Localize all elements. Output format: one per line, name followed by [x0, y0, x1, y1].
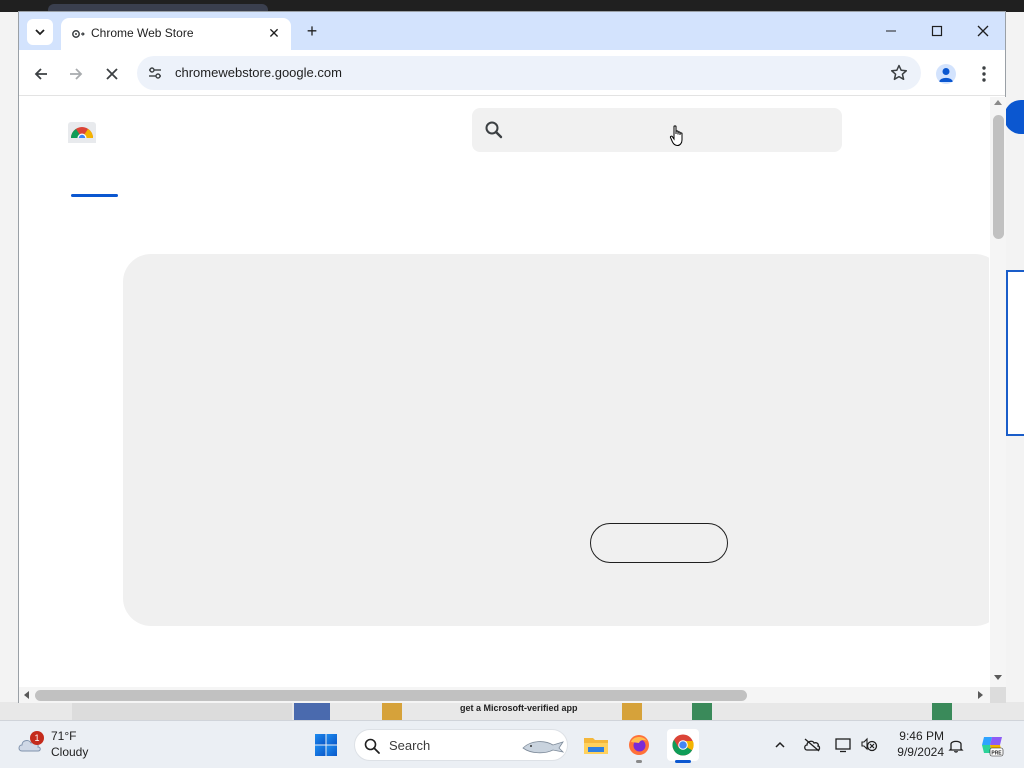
- arrow-left-icon: [34, 68, 47, 80]
- background-strip-text: get a Microsoft-verified app: [460, 703, 578, 713]
- network-disconnected-icon: [861, 737, 878, 752]
- taskbar-search-box[interactable]: Search: [354, 729, 568, 761]
- active-nav-indicator: [71, 194, 118, 197]
- chevron-up-icon: [775, 741, 785, 748]
- address-bar[interactable]: chromewebstore.google.com: [137, 56, 921, 90]
- page-viewport: [19, 97, 989, 687]
- clock-time: 9:46 PM: [899, 729, 944, 743]
- scroll-up-arrow-icon[interactable]: [994, 100, 1002, 105]
- minimize-button[interactable]: [880, 20, 902, 42]
- maximize-button[interactable]: [926, 20, 948, 42]
- horizontal-scrollbar[interactable]: [19, 687, 990, 703]
- weather-condition: Cloudy: [51, 745, 89, 759]
- background-window-panel: [1006, 270, 1024, 436]
- weather-temperature: 71°F: [51, 729, 77, 743]
- arrow-right-icon: [70, 68, 83, 80]
- file-explorer-icon: [584, 738, 608, 754]
- stop-loading-button[interactable]: [100, 62, 124, 86]
- bell-icon: [948, 740, 964, 753]
- back-button[interactable]: [29, 62, 53, 86]
- svg-text:PRE: PRE: [991, 750, 1002, 756]
- bookmark-star-icon[interactable]: [889, 63, 909, 83]
- new-tab-button[interactable]: +: [301, 20, 323, 42]
- weather-widget[interactable]: 1 71°F Cloudy: [14, 727, 134, 763]
- browser-toolbar: chromewebstore.google.com: [19, 50, 1005, 96]
- system-clock[interactable]: 9:46 PM 9/9/2024: [884, 728, 944, 760]
- chevron-down-icon: [35, 29, 45, 36]
- windows-taskbar: 1 71°F Cloudy Search 9:46 PM 9/9/2024 PR…: [0, 720, 1024, 768]
- hero-banner: [123, 254, 989, 626]
- display-status[interactable]: [834, 735, 854, 755]
- maximize-icon: [931, 25, 943, 37]
- site-settings-icon[interactable]: [147, 65, 163, 81]
- taskbar-chrome[interactable]: [667, 729, 699, 763]
- scroll-right-arrow-icon[interactable]: [978, 691, 983, 699]
- scroll-down-arrow-icon[interactable]: [994, 675, 1002, 680]
- onedrive-status[interactable]: [802, 735, 822, 755]
- firefox-icon: [629, 735, 649, 755]
- clock-date: 9/9/2024: [897, 745, 944, 759]
- forward-button[interactable]: [64, 62, 88, 86]
- close-icon: [106, 68, 118, 80]
- weather-alert-badge: 1: [30, 731, 44, 745]
- cloud-offline-icon: [804, 738, 821, 752]
- search-highlight-art-icon: [522, 741, 565, 754]
- taskbar-firefox[interactable]: [623, 729, 655, 763]
- horizontal-scroll-thumb[interactable]: [35, 690, 747, 701]
- person-icon: [939, 68, 953, 82]
- notifications-button[interactable]: [946, 735, 966, 755]
- scrollbar-corner: [990, 687, 1006, 703]
- vertical-scrollbar[interactable]: [990, 97, 1006, 687]
- taskbar-file-explorer[interactable]: [580, 729, 612, 761]
- title-bar: Chrome Web Store ✕ +: [19, 12, 1005, 50]
- store-search-box[interactable]: [472, 108, 842, 152]
- tab-search-button[interactable]: [27, 19, 53, 45]
- hand-cursor-icon: [669, 125, 683, 147]
- vertical-scroll-thumb[interactable]: [993, 115, 1004, 239]
- search-icon: [364, 738, 380, 754]
- search-icon: [485, 121, 503, 139]
- close-icon: [977, 25, 989, 37]
- copilot-icon[interactable]: PRE: [980, 733, 1004, 757]
- minimize-icon: [886, 30, 896, 32]
- chrome-icon: [672, 734, 694, 756]
- profile-avatar[interactable]: [936, 64, 956, 84]
- hero-cta-button[interactable]: [590, 523, 728, 563]
- tab-close-icon[interactable]: ✕: [266, 25, 282, 41]
- monitor-icon: [835, 738, 851, 753]
- loading-favicon-icon: [72, 30, 85, 38]
- taskbar-search-label: Search: [389, 738, 431, 753]
- scroll-left-arrow-icon[interactable]: [24, 691, 29, 699]
- network-volume-status[interactable]: [860, 735, 880, 755]
- tab-title: Chrome Web Store: [91, 26, 194, 40]
- background-window-button[interactable]: [1004, 100, 1024, 134]
- url-text[interactable]: chromewebstore.google.com: [175, 65, 342, 80]
- more-menu-icon[interactable]: [976, 62, 992, 86]
- chrome-web-store-logo[interactable]: [67, 118, 97, 144]
- chrome-window: Chrome Web Store ✕ + chromewebstore.goog…: [18, 11, 1006, 703]
- tab-chrome-web-store[interactable]: Chrome Web Store ✕: [61, 18, 291, 50]
- show-hidden-icons-button[interactable]: [770, 735, 790, 755]
- windows-start-icon[interactable]: [314, 733, 338, 757]
- close-window-button[interactable]: [972, 20, 994, 42]
